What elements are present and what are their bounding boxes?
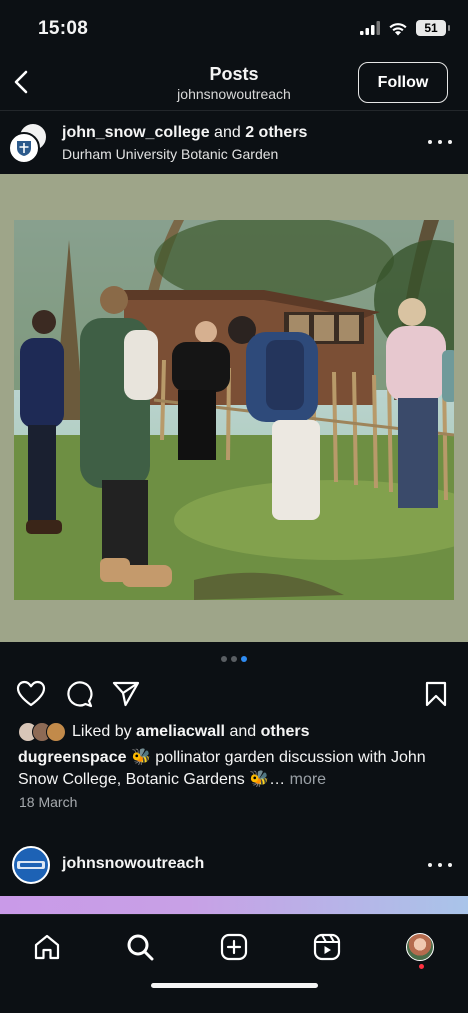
status-time: 15:08 [38,18,89,39]
coauthors-link[interactable]: 2 others [245,124,307,141]
profile-avatar [406,933,434,961]
liker-avatars [18,722,66,742]
next-post-author[interactable]: johnsnowoutreach [62,855,204,873]
carousel-dot [221,656,227,662]
dot [448,863,452,867]
wifi-icon [389,22,407,35]
post-location[interactable]: Durham University Botanic Garden [62,146,278,162]
status-icons: 51 [360,20,450,36]
post-photo [14,220,454,600]
caption-more-link[interactable]: more [290,771,326,788]
carousel-indicator [0,656,468,662]
heart-icon [16,680,46,707]
likes-summary[interactable]: Liked by ameliacwall and others [18,722,310,742]
like-button[interactable] [15,678,47,710]
home-indicator[interactable] [151,983,318,988]
home-icon [34,934,60,960]
next-post-media-preview[interactable] [0,896,468,914]
college-crest-icon [17,141,31,156]
post-header: john_snow_college and 2 others Durham Un… [0,118,468,170]
signal-icon [360,21,380,35]
tab-home[interactable] [27,927,67,967]
caption-username[interactable]: dugreenspace [18,749,126,766]
post-media[interactable] [0,174,468,642]
liked-by-join: and [229,723,257,740]
tab-search[interactable] [120,927,160,967]
dot [428,140,432,144]
bottom-tab-bar [0,914,468,1013]
dot [438,863,442,867]
post-date: 18 March [19,794,78,810]
create-icon [220,933,248,961]
search-icon [127,934,154,961]
notification-dot [419,964,424,969]
battery-icon: 51 [416,20,450,36]
share-button[interactable] [110,678,142,710]
divider [0,110,468,111]
author-avatars[interactable] [8,122,50,164]
dot [428,863,432,867]
comment-button[interactable] [63,678,95,710]
status-bar: 15:08 51 [0,0,468,56]
follow-button[interactable]: Follow [358,62,448,103]
more-options-icon[interactable] [428,132,452,152]
author-username[interactable]: john_snow_college [62,124,210,141]
save-button[interactable] [420,678,452,710]
reels-icon [313,933,341,961]
carousel-dot-active [241,656,247,662]
outreach-logo-icon [17,861,45,869]
author-join: and [214,124,241,141]
post-caption: dugreenspace 🐝 pollinator garden discuss… [18,747,448,791]
liked-by-others[interactable]: others [261,723,310,741]
liked-by-prefix: Liked by [72,723,132,740]
tab-create[interactable] [214,927,254,967]
bookmark-icon [425,681,447,707]
liker-avatar [46,722,66,742]
dot [438,140,442,144]
next-post-header: johnsnowoutreach [0,844,468,888]
author-line[interactable]: john_snow_college and 2 others [62,124,307,142]
send-icon [112,681,140,707]
tab-reels[interactable] [307,927,347,967]
more-options-icon[interactable] [428,861,452,869]
author-avatar [8,132,40,164]
tab-profile[interactable] [400,927,440,967]
comment-icon [67,681,93,708]
garden-photo-illustration [14,220,454,600]
dot [448,140,452,144]
nav-bar: Posts johnsnowoutreach Follow [0,56,468,110]
carousel-dot [231,656,237,662]
liked-by-user[interactable]: ameliacwall [136,723,225,741]
next-post-avatar[interactable] [12,846,50,884]
post-actions [0,676,468,710]
